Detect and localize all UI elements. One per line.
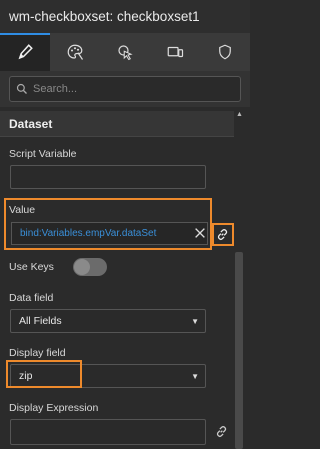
script-variable-input[interactable] — [10, 165, 206, 189]
tab-devices[interactable] — [150, 33, 200, 71]
devices-icon — [167, 46, 184, 58]
palette-icon — [67, 44, 83, 60]
link-icon[interactable] — [215, 425, 228, 438]
use-keys-label: Use Keys — [9, 261, 54, 273]
use-keys-toggle[interactable] — [73, 258, 107, 276]
search-box — [9, 76, 241, 102]
shield-icon — [219, 44, 231, 60]
data-field-select[interactable]: All Fields ▼ — [10, 309, 206, 333]
display-field-highlight-box — [6, 360, 82, 388]
display-expression-label: Display Expression — [9, 402, 99, 414]
value-label: Value — [9, 204, 36, 216]
scrollbar-thumb[interactable] — [235, 252, 243, 449]
tab-security[interactable] — [200, 33, 250, 71]
property-tabs — [0, 33, 250, 71]
panel-title: wm-checkboxset: checkboxset1 — [9, 9, 200, 24]
data-field-label: Data field — [9, 292, 54, 304]
section-header-dataset[interactable]: Dataset — [0, 111, 234, 137]
link-icon[interactable] — [216, 228, 229, 241]
tab-properties[interactable] — [0, 33, 50, 71]
search-bar — [0, 71, 250, 107]
pencil-icon — [18, 44, 33, 60]
chevron-down-icon: ▼ — [191, 317, 199, 326]
search-icon — [16, 83, 27, 94]
section-title: Dataset — [9, 117, 53, 131]
tab-events[interactable] — [100, 33, 150, 71]
data-field-value: All Fields — [19, 315, 62, 327]
scroll-up-arrow[interactable]: ▲ — [236, 111, 243, 118]
script-variable-label: Script Variable — [9, 148, 77, 160]
value-binding-text: bind:Variables.empVar.dataSet — [20, 228, 157, 239]
tab-styles[interactable] — [50, 33, 100, 71]
display-field-label: Display field — [9, 347, 66, 359]
pointer-click-icon — [118, 45, 133, 61]
toggle-knob — [74, 259, 90, 275]
chevron-down-icon: ▼ — [191, 372, 199, 381]
value-input[interactable]: bind:Variables.empVar.dataSet — [11, 222, 208, 245]
display-expression-input[interactable] — [10, 419, 206, 445]
panel-titlebar: wm-checkboxset: checkboxset1 — [0, 0, 250, 33]
close-icon[interactable] — [193, 226, 207, 240]
search-input[interactable] — [33, 83, 233, 95]
